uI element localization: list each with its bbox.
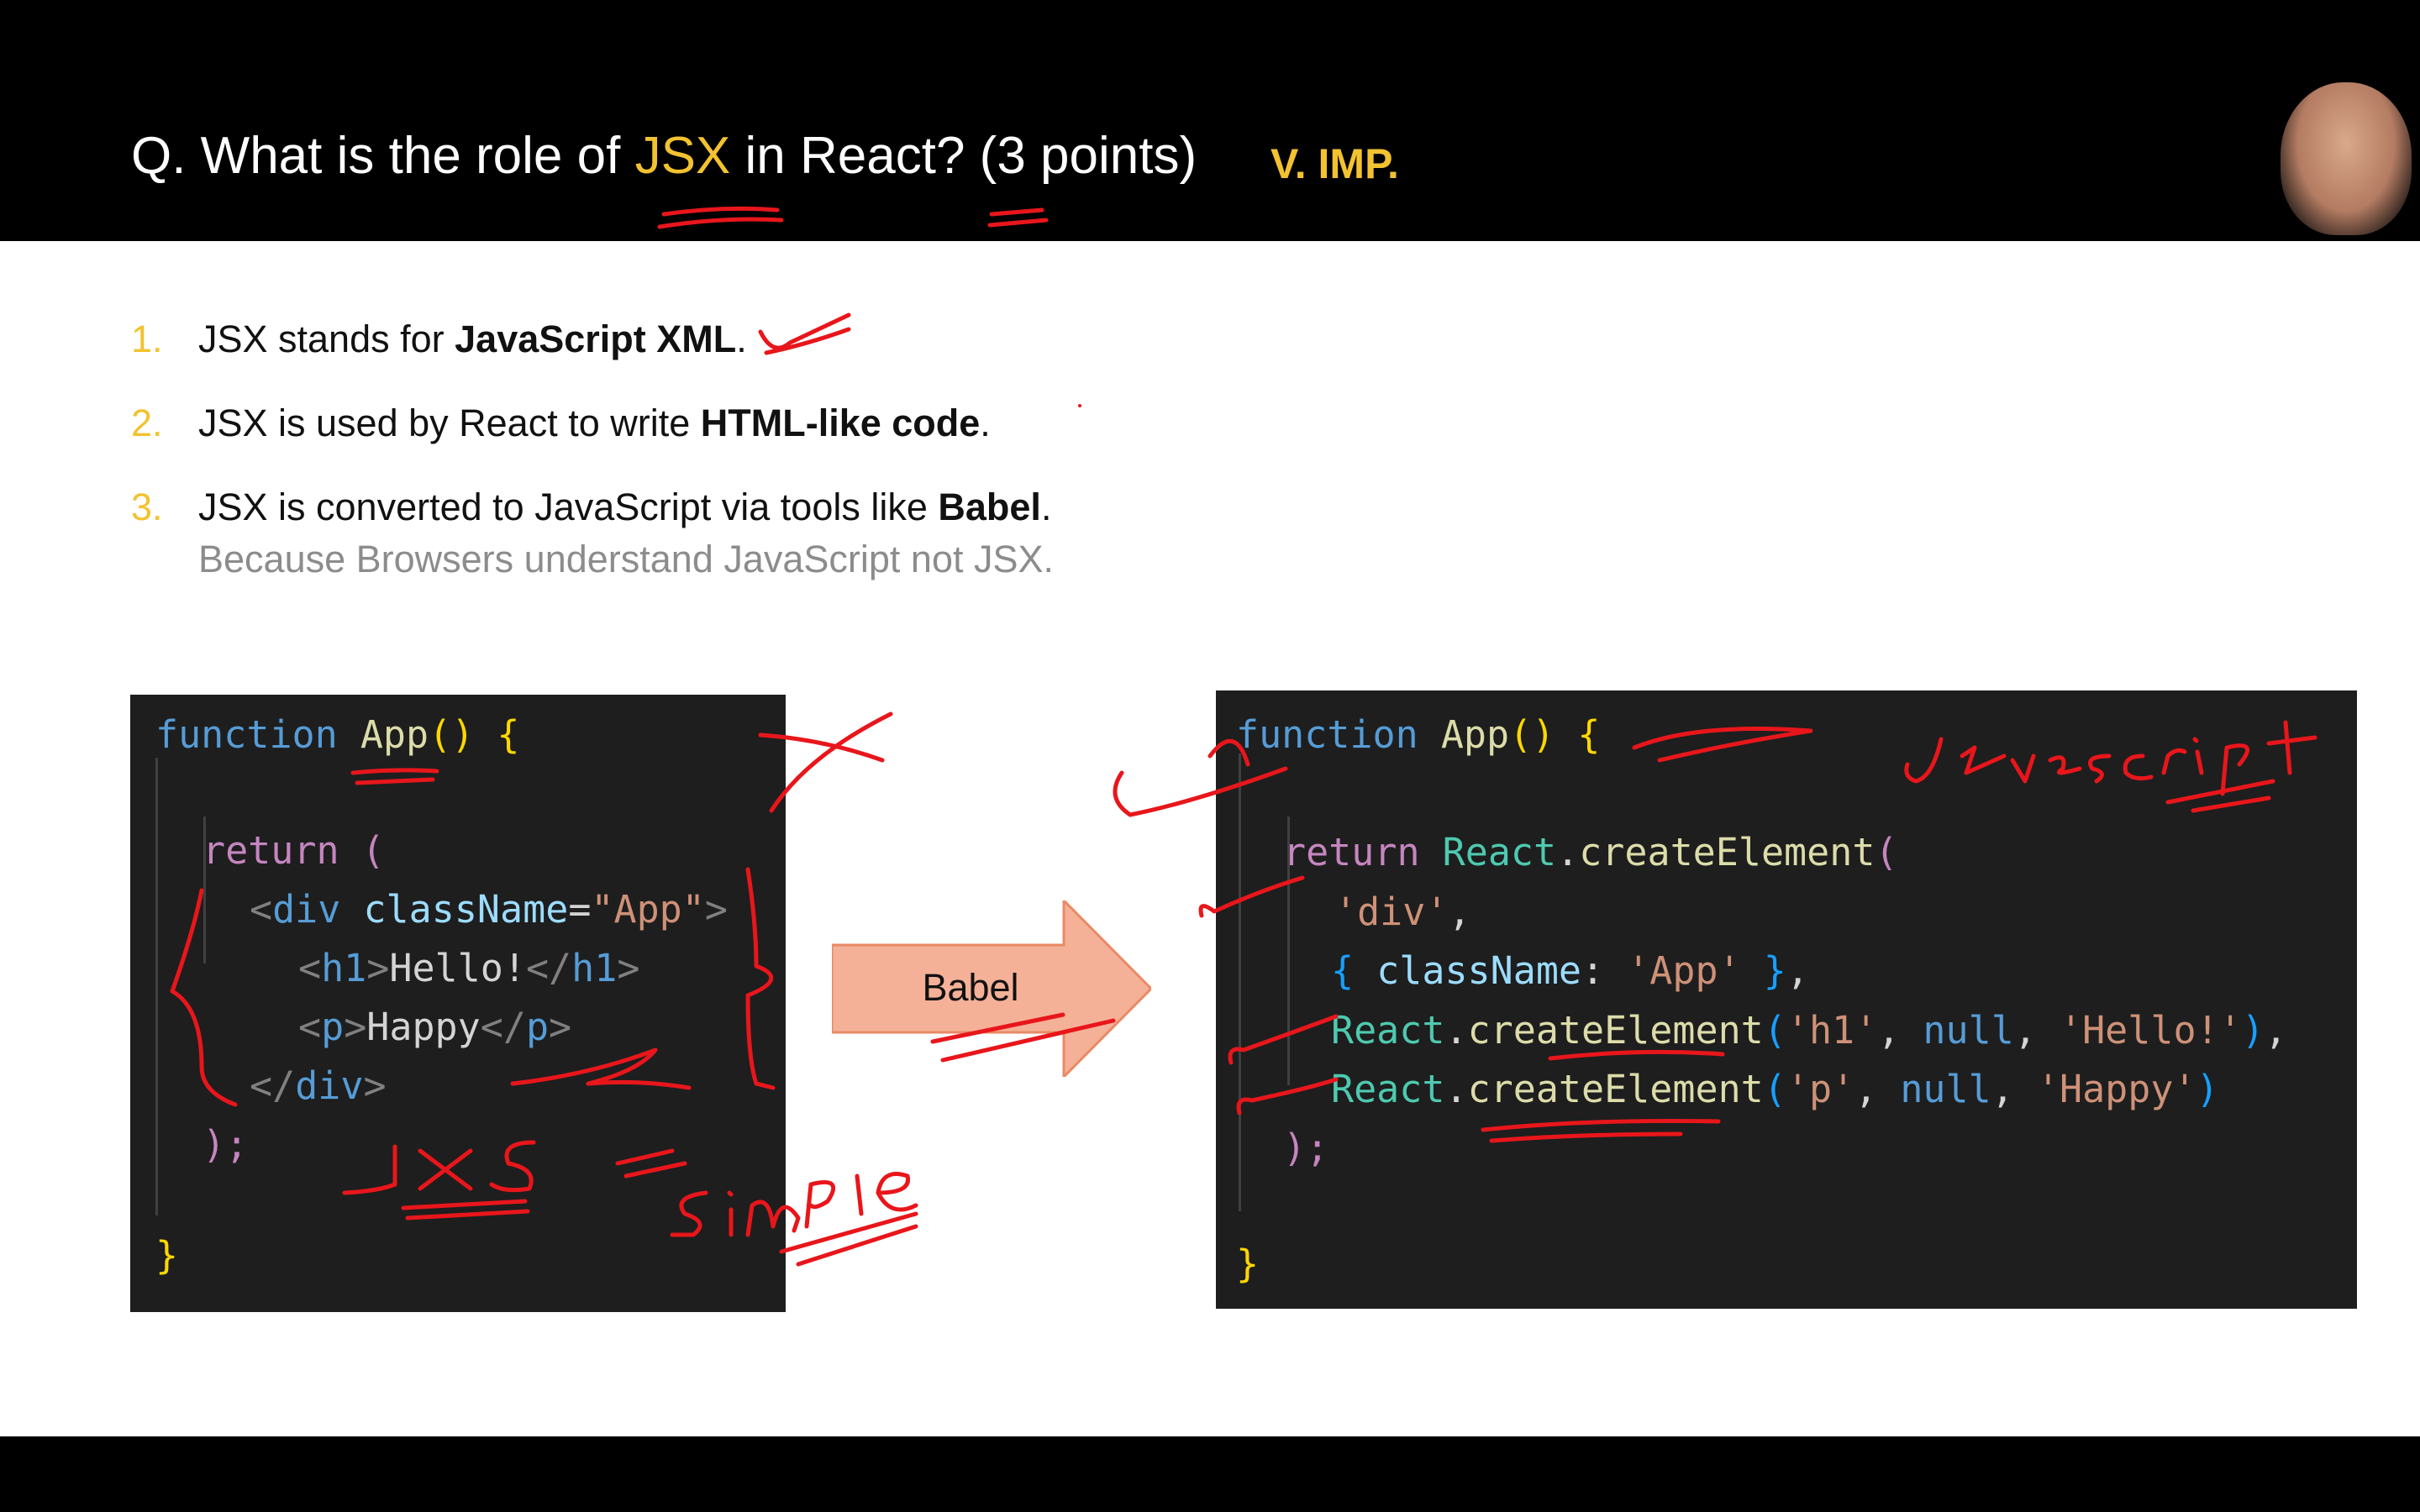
pen-annotations	[170, 206, 2317, 1267]
